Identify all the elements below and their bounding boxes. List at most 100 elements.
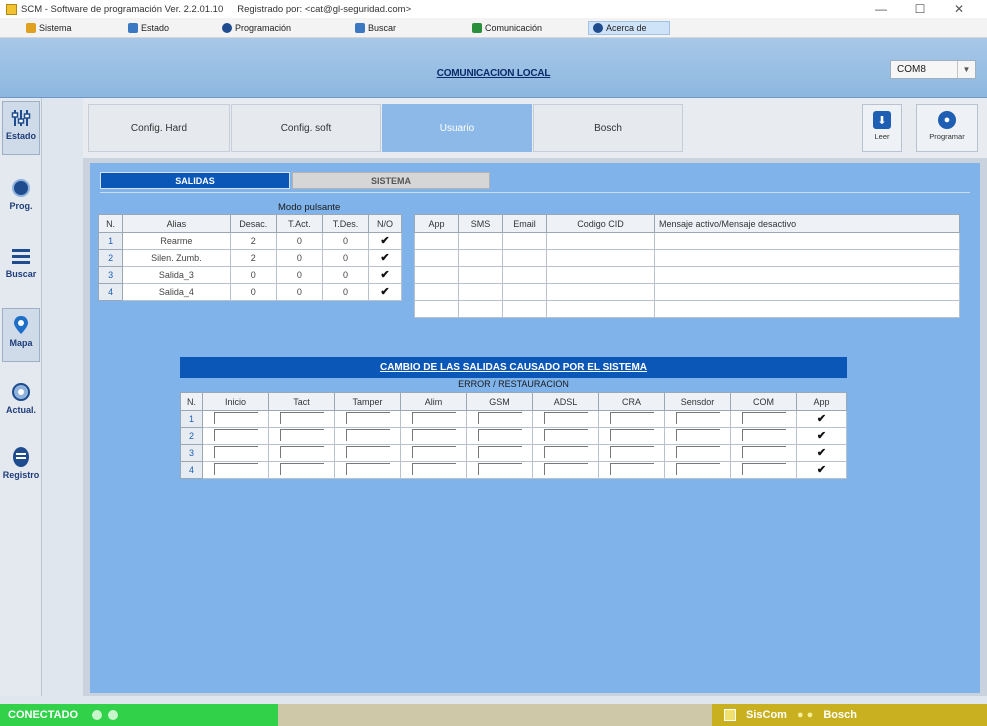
app-checkbox[interactable]: ✔ <box>796 410 847 428</box>
programar-button[interactable]: ● Programar <box>916 104 978 152</box>
app-cell[interactable] <box>414 300 459 318</box>
mensaje-cell[interactable] <box>654 283 960 301</box>
desac-cell[interactable]: 0 <box>229 266 277 284</box>
tact-select[interactable] <box>268 444 335 462</box>
sidebar-item-estado[interactable]: Estado <box>2 101 40 155</box>
sidebar-item-prog[interactable]: Prog. <box>2 172 40 226</box>
mensaje-cell[interactable] <box>654 249 960 267</box>
alias-cell[interactable]: Salida_4 <box>122 283 231 301</box>
sms-cell[interactable] <box>458 283 503 301</box>
table-row[interactable]: 2 Silen. Zumb. 2 0 0 ✔ <box>97 249 402 267</box>
sidebar-item-actual[interactable]: Actual. <box>2 376 40 430</box>
subtab-sistema[interactable]: SISTEMA <box>292 172 490 189</box>
alim-select[interactable] <box>400 410 467 428</box>
email-cell[interactable] <box>502 232 547 250</box>
sensdor-select[interactable] <box>664 444 731 462</box>
table-row[interactable]: 1 ✔ <box>180 410 847 428</box>
adsl-select[interactable] <box>532 461 599 479</box>
tab-config-soft[interactable]: Config. soft <box>231 104 381 152</box>
cid-cell[interactable] <box>546 300 655 318</box>
sidebar-item-registro[interactable]: Registro <box>2 441 40 495</box>
no-checkbox[interactable]: ✔ <box>368 249 402 267</box>
tact-cell[interactable]: 0 <box>275 266 323 284</box>
tdes-cell[interactable]: 0 <box>321 232 370 250</box>
sms-cell[interactable] <box>458 232 503 250</box>
table-row[interactable] <box>414 266 960 284</box>
table-row[interactable] <box>414 249 960 267</box>
cid-cell[interactable] <box>546 283 655 301</box>
gsm-select[interactable] <box>466 444 533 462</box>
tdes-cell[interactable]: 0 <box>321 266 370 284</box>
tact-select[interactable] <box>268 427 335 445</box>
table-row[interactable]: 3 ✔ <box>180 444 847 462</box>
inicio-select[interactable] <box>202 444 269 462</box>
inicio-select[interactable] <box>202 410 269 428</box>
cid-cell[interactable] <box>546 266 655 284</box>
cid-cell[interactable] <box>546 249 655 267</box>
tamper-select[interactable] <box>334 410 401 428</box>
email-cell[interactable] <box>502 266 547 284</box>
tamper-select[interactable] <box>334 461 401 479</box>
email-cell[interactable] <box>502 249 547 267</box>
app-cell[interactable] <box>414 232 459 250</box>
cra-select[interactable] <box>598 461 665 479</box>
tab-usuario[interactable]: Usuario <box>382 104 532 152</box>
app-checkbox[interactable]: ✔ <box>796 444 847 462</box>
app-cell[interactable] <box>414 266 459 284</box>
adsl-select[interactable] <box>532 427 599 445</box>
cra-select[interactable] <box>598 427 665 445</box>
gsm-select[interactable] <box>466 410 533 428</box>
tact-cell[interactable]: 0 <box>275 249 323 267</box>
app-cell[interactable] <box>414 249 459 267</box>
tact-select[interactable] <box>268 410 335 428</box>
email-cell[interactable] <box>502 300 547 318</box>
tact-cell[interactable]: 0 <box>275 232 323 250</box>
table-row[interactable] <box>414 283 960 301</box>
table-row[interactable] <box>414 300 960 318</box>
close-icon[interactable]: ✕ <box>944 0 974 18</box>
cra-select[interactable] <box>598 444 665 462</box>
no-checkbox[interactable]: ✔ <box>368 266 402 284</box>
gsm-select[interactable] <box>466 427 533 445</box>
table-row[interactable]: 4 Salida_4 0 0 0 ✔ <box>97 283 402 301</box>
table-row[interactable]: 2 ✔ <box>180 427 847 445</box>
mensaje-cell[interactable] <box>654 300 960 318</box>
tamper-select[interactable] <box>334 444 401 462</box>
cra-select[interactable] <box>598 410 665 428</box>
menu-sistema[interactable]: Sistema <box>26 21 72 35</box>
com-select[interactable] <box>730 444 797 462</box>
tab-bosch[interactable]: Bosch <box>533 104 683 152</box>
tact-select[interactable] <box>268 461 335 479</box>
alias-cell[interactable]: Rearme <box>122 232 231 250</box>
table-row[interactable]: 4 ✔ <box>180 461 847 479</box>
inicio-select[interactable] <box>202 427 269 445</box>
alim-select[interactable] <box>400 461 467 479</box>
com-port-select[interactable]: COM8 ▼ <box>890 60 976 79</box>
menu-buscar[interactable]: Buscar <box>355 21 396 35</box>
no-checkbox[interactable]: ✔ <box>368 232 402 250</box>
leer-button[interactable]: ⬇ Leer <box>862 104 902 152</box>
email-cell[interactable] <box>502 283 547 301</box>
menu-acerca[interactable]: Acerca de <box>588 21 670 35</box>
com-select[interactable] <box>730 461 797 479</box>
cid-cell[interactable] <box>546 232 655 250</box>
table-row[interactable] <box>414 232 960 250</box>
minimize-icon[interactable]: — <box>866 0 896 18</box>
maximize-icon[interactable]: ☐ <box>905 0 935 18</box>
subtab-salidas[interactable]: SALIDAS <box>100 172 290 189</box>
sensdor-select[interactable] <box>664 410 731 428</box>
com-select[interactable] <box>730 410 797 428</box>
alias-cell[interactable]: Salida_3 <box>122 266 231 284</box>
sensdor-select[interactable] <box>664 461 731 479</box>
no-checkbox[interactable]: ✔ <box>368 283 402 301</box>
alim-select[interactable] <box>400 427 467 445</box>
tact-cell[interactable]: 0 <box>275 283 323 301</box>
menu-programacion[interactable]: Programación <box>222 21 291 35</box>
adsl-select[interactable] <box>532 444 599 462</box>
desac-cell[interactable]: 2 <box>229 232 277 250</box>
com-select[interactable] <box>730 427 797 445</box>
alias-cell[interactable]: Silen. Zumb. <box>122 249 231 267</box>
app-checkbox[interactable]: ✔ <box>796 461 847 479</box>
mensaje-cell[interactable] <box>654 266 960 284</box>
table-row[interactable]: 3 Salida_3 0 0 0 ✔ <box>97 266 402 284</box>
